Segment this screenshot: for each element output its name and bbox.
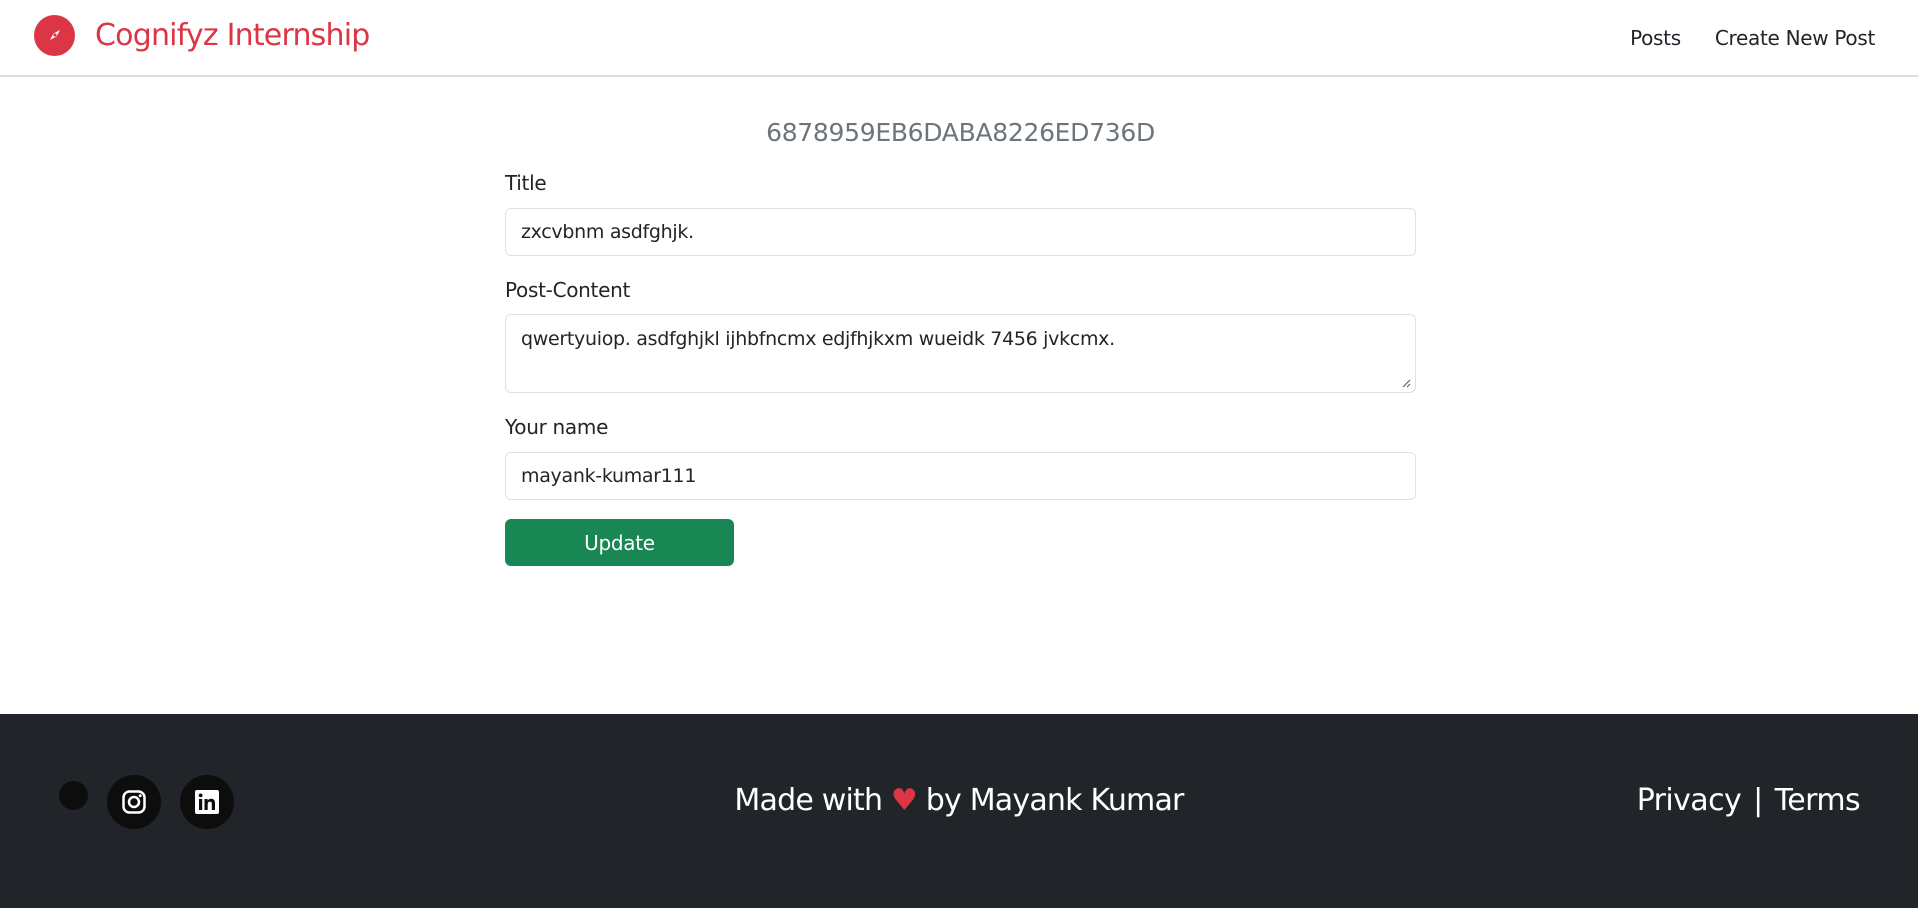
made-with-suffix: by Mayank Kumar [925,783,1185,818]
post-content-textarea[interactable]: qwertyuiop. asdfghjkl ijhbfncmx edjfhjkx… [505,314,1416,393]
made-with-prefix: Made with [734,783,883,818]
edit-post-form: 6878959EB6DABA8226ED736D Title zxcvbnm a… [505,77,1416,566]
terms-link[interactable]: Terms [1775,781,1861,821]
footer: Made with ♥ by Mayank Kumar Privacy | Te… [0,714,1918,908]
made-with-credit: Made with ♥ by Mayank Kumar [0,781,1918,821]
nav-link-create-new-post[interactable]: Create New Post [1715,24,1875,52]
nav-links: Posts Create New Post [1596,24,1875,52]
privacy-link[interactable]: Privacy [1637,781,1742,821]
brand-link[interactable]: Cognifyz Internship [34,14,370,56]
footer-separator: | [1753,783,1763,818]
resize-handle-icon[interactable] [1402,379,1411,388]
compass-icon [34,14,75,56]
post-id-heading: 6878959EB6DABA8226ED736D [766,118,1155,147]
heart-icon: ♥ [890,783,918,818]
title-label: Title [505,171,547,195]
update-button[interactable]: Update [505,519,734,566]
navbar: Cognifyz Internship Posts Create New Pos… [0,0,1918,77]
post-content-text: qwertyuiop. asdfghjkl ijhbfncmx edjfhjkx… [521,328,1115,350]
post-content-label: Post-Content [505,278,631,302]
your-name-input[interactable]: mayank-kumar111 [505,452,1416,500]
title-input[interactable]: zxcvbnm asdfghjk. [505,208,1416,256]
your-name-label: Your name [505,415,609,439]
nav-link-posts[interactable]: Posts [1630,24,1681,52]
footer-links: Privacy | Terms [1637,781,1861,821]
brand-name: Cognifyz Internship [95,17,370,53]
